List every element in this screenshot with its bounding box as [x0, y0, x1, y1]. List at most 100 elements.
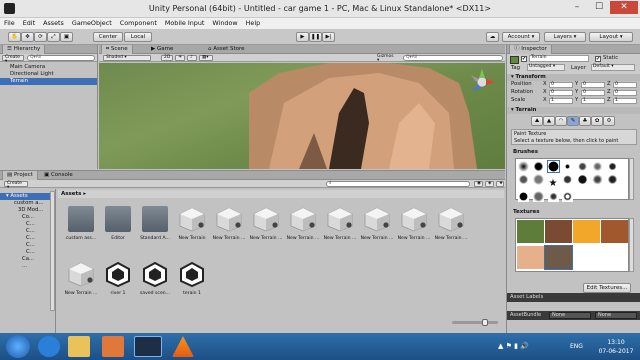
layer-dropdown[interactable]: Default ▾ — [591, 64, 635, 71]
pause-button[interactable]: ❚❚ — [309, 32, 322, 42]
hierarchy-search-input[interactable]: Q▾All — [27, 55, 95, 61]
raise-terrain-tool[interactable]: ⛰ — [531, 116, 543, 126]
asset-item[interactable]: New Terrain ... — [396, 206, 432, 248]
rotation-y-field[interactable]: 0 — [581, 89, 605, 96]
tree-item[interactable]: Co... — [0, 214, 55, 221]
input-language[interactable]: ENG — [570, 343, 583, 350]
tab-game[interactable]: ▶ Game — [147, 45, 177, 54]
paint-texture-tool[interactable]: ✎ — [567, 116, 579, 126]
hierarchy-create-button[interactable]: Create ▾ — [2, 55, 24, 64]
menu-file[interactable]: File — [0, 18, 19, 28]
asset-item[interactable]: New Terrain ... — [248, 206, 284, 248]
menu-edit[interactable]: Edit — [19, 18, 39, 28]
position-z-field[interactable]: 0 — [613, 81, 637, 88]
scene-orientation-gizmo[interactable] — [467, 67, 497, 97]
asset-item[interactable]: New Terrain ... — [322, 206, 358, 248]
transform-header[interactable]: ▾ Transform — [507, 74, 640, 81]
hierarchy-item-main-camera[interactable]: Main Camera — [0, 64, 97, 71]
layers-dropdown[interactable]: Layers ▾ — [544, 32, 586, 42]
tree-item[interactable]: C... — [0, 235, 55, 242]
tab-console[interactable]: ▣ Console — [40, 171, 77, 180]
scale-y-field[interactable]: 1 — [581, 97, 605, 104]
slider-handle[interactable] — [482, 319, 488, 326]
tree-item[interactable]: C... — [0, 228, 55, 235]
breadcrumb-assets[interactable]: Assets ▸ — [61, 191, 86, 197]
brush-scrollbar[interactable] — [629, 158, 634, 200]
asset-item[interactable]: New Terrain ... — [285, 206, 321, 248]
scale-z-field[interactable]: 1 — [613, 97, 637, 104]
tree-item[interactable]: 3D Mod... — [0, 207, 55, 214]
brush-cross-icon[interactable] — [547, 191, 559, 202]
tab-hierarchy[interactable]: ☰ Hierarchy — [2, 45, 46, 54]
filter-by-label-button[interactable]: ◈ — [485, 181, 494, 187]
tree-item[interactable]: ... — [0, 263, 55, 270]
brush-grunge-icon[interactable] — [562, 174, 574, 185]
effects-dropdown[interactable]: ▦▾ — [199, 55, 213, 61]
scale-tool-button[interactable]: ⤢ — [47, 32, 60, 42]
brush-round-icon[interactable] — [532, 161, 544, 172]
rotate-tool-button[interactable]: ⟳ — [34, 32, 47, 42]
pivot-center-button[interactable]: Center — [93, 32, 123, 42]
menu-mobile-input[interactable]: Mobile Input — [161, 18, 209, 28]
asset-item[interactable]: river 1 — [100, 261, 136, 303]
minimize-button[interactable]: – — [566, 1, 588, 14]
file-explorer-icon[interactable] — [68, 336, 90, 357]
hand-tool-button[interactable]: ✋ — [8, 32, 21, 42]
shading-mode-dropdown[interactable]: Shaded ▾ — [103, 55, 151, 61]
brush-soft-round-icon[interactable] — [518, 161, 529, 172]
brush-rock-icon[interactable] — [577, 174, 588, 185]
tree-item-assets[interactable]: ▾ Assets — [0, 193, 55, 200]
vlc-icon[interactable] — [172, 336, 194, 357]
brush-flake-icon[interactable] — [606, 174, 618, 185]
tab-inspector[interactable]: ⓘ Inspector — [509, 45, 552, 54]
maximize-button[interactable]: ☐ — [588, 1, 610, 14]
tab-project[interactable]: ▤ Project — [2, 171, 38, 180]
brush-star-icon[interactable]: ★ — [548, 178, 559, 189]
brush-leaf-icon[interactable] — [591, 174, 603, 185]
gizmos-dropdown[interactable]: Gizmos ▾ — [375, 54, 399, 63]
icon-size-slider[interactable] — [452, 319, 498, 326]
tree-item[interactable]: C... — [0, 249, 55, 256]
paint-details-tool[interactable]: ✿ — [591, 116, 603, 126]
clock[interactable]: 13:10 07-06-2017 — [594, 338, 638, 356]
hierarchy-item-directional-light[interactable]: Directional Light — [0, 71, 97, 78]
scale-x-field[interactable]: 1 — [549, 97, 573, 104]
tree-item[interactable]: custom a... — [0, 200, 55, 207]
asset-item[interactable]: terain 1 — [174, 261, 210, 303]
position-y-field[interactable]: 0 — [581, 81, 605, 88]
smooth-height-tool[interactable]: ◠ — [555, 116, 567, 126]
filter-by-type-button[interactable]: ◉ — [474, 181, 483, 187]
tab-asset-store[interactable]: ⌂ Asset Store — [204, 45, 249, 54]
tree-item[interactable]: C... — [0, 221, 55, 228]
rotation-z-field[interactable]: 0 — [613, 89, 637, 96]
tree-item[interactable]: C... — [0, 242, 55, 249]
asset-item[interactable]: New Terrain ... — [211, 206, 247, 248]
texture-sand[interactable] — [573, 220, 600, 243]
lighting-toggle[interactable]: ☀ — [175, 55, 185, 61]
unity-taskbar-icon[interactable] — [134, 336, 162, 357]
play-button[interactable]: ▶ — [296, 32, 309, 42]
menu-help[interactable]: Help — [242, 18, 265, 28]
texture-bark[interactable] — [601, 220, 628, 243]
brush-dot-icon[interactable] — [562, 161, 574, 172]
asset-item[interactable]: Editor — [100, 206, 136, 248]
favorite-filter-button[interactable]: ★ — [496, 181, 504, 187]
asset-item[interactable]: New Terrain ... — [433, 206, 469, 248]
tree-scrollbar[interactable] — [50, 191, 55, 311]
texture-grass[interactable] — [517, 220, 544, 243]
hierarchy-item-terrain[interactable]: Terrain — [0, 78, 97, 85]
asset-item[interactable]: custom ass... — [63, 206, 99, 248]
start-button-icon[interactable] — [6, 335, 30, 358]
texture-cliff[interactable] — [544, 245, 573, 270]
scene-search-input[interactable]: Q▾All — [403, 55, 503, 61]
move-tool-button[interactable]: ✥ — [21, 32, 34, 42]
scene-viewport[interactable] — [99, 63, 505, 169]
brush-splat-icon[interactable] — [577, 161, 588, 172]
tree-item[interactable]: Ca... — [0, 256, 55, 263]
asset-item[interactable]: New Terrain ... — [63, 261, 99, 303]
object-name-field[interactable]: Terrain — [529, 55, 589, 62]
asset-item[interactable]: New Terrain ... — [359, 206, 395, 248]
static-checkbox[interactable]: ✔ — [595, 56, 601, 62]
asset-bundle-dropdown[interactable]: None — [549, 312, 591, 319]
brush-noise-icon[interactable] — [518, 174, 529, 185]
